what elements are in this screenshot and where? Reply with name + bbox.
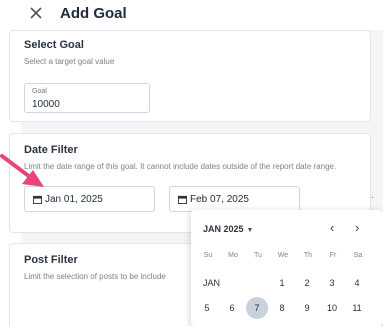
calendar-day[interactable]: 9 [296,297,318,319]
previous-month-icon[interactable]: ‹ [330,220,334,235]
month-year-selector[interactable]: JAN 2025 ▼ [203,224,253,234]
calendar-day[interactable]: 6 [221,297,243,319]
calendar-day[interactable]: 8 [271,297,293,319]
weekday-label: Su [203,252,213,259]
date-picker-popover: JAN 2025 ▼ ‹ › Su Mo Tu We Th Fr Sa JAN 1… [191,210,383,326]
month-year-label: JAN 2025 [203,224,244,234]
calendar-day[interactable]: 4 [346,272,368,294]
weekday-label: Mo [228,252,238,259]
calendar-icon [178,195,187,204]
weekday-label: Tu [254,252,262,259]
caret-down-icon: ▼ [246,227,254,234]
select-goal-card: Select Goal Select a target goal value G… [9,30,371,122]
date-filter-subtitle: Limit the date range of this goal. It ca… [24,162,337,171]
select-goal-title: Select Goal [24,39,84,51]
weekday-label: Th [303,252,313,259]
validation-marker: . [371,190,374,201]
weekday-label: We [277,252,289,259]
select-goal-subtitle: Select a target goal value [24,57,115,66]
calendar-day[interactable]: 5 [196,297,218,319]
close-icon[interactable] [30,5,44,21]
weekday-label: Sa [353,252,363,259]
calendar-day[interactable]: 10 [321,297,343,319]
post-filter-subtitle: Limit the selection of posts to be inclu… [24,272,166,281]
calendar-day[interactable]: 3 [321,272,343,294]
post-filter-title: Post Filter [24,254,78,266]
calendar-day-selected[interactable]: 7 [246,297,268,319]
annotation-arrow-icon [0,154,44,187]
month-row-label: JAN [203,278,221,288]
dialog-header: Add Goal [0,0,383,30]
calendar-day[interactable]: 11 [346,297,368,319]
weekday-label: Fr [329,252,337,259]
end-date-button[interactable]: Feb 07, 2025 [169,186,300,212]
calendar-day[interactable]: 1 [271,272,293,294]
next-month-icon[interactable]: › [355,220,359,235]
end-date-text: Feb 07, 2025 [190,194,249,205]
goal-field-label: Goal [32,88,47,95]
goal-field-value[interactable]: 10000 [32,99,60,110]
dialog-title: Add Goal [60,5,127,22]
calendar-day[interactable]: 2 [296,272,318,294]
goal-field[interactable]: Goal 10000 [24,83,150,113]
calendar-icon [33,195,42,204]
start-date-text: Jan 01, 2025 [45,194,103,205]
